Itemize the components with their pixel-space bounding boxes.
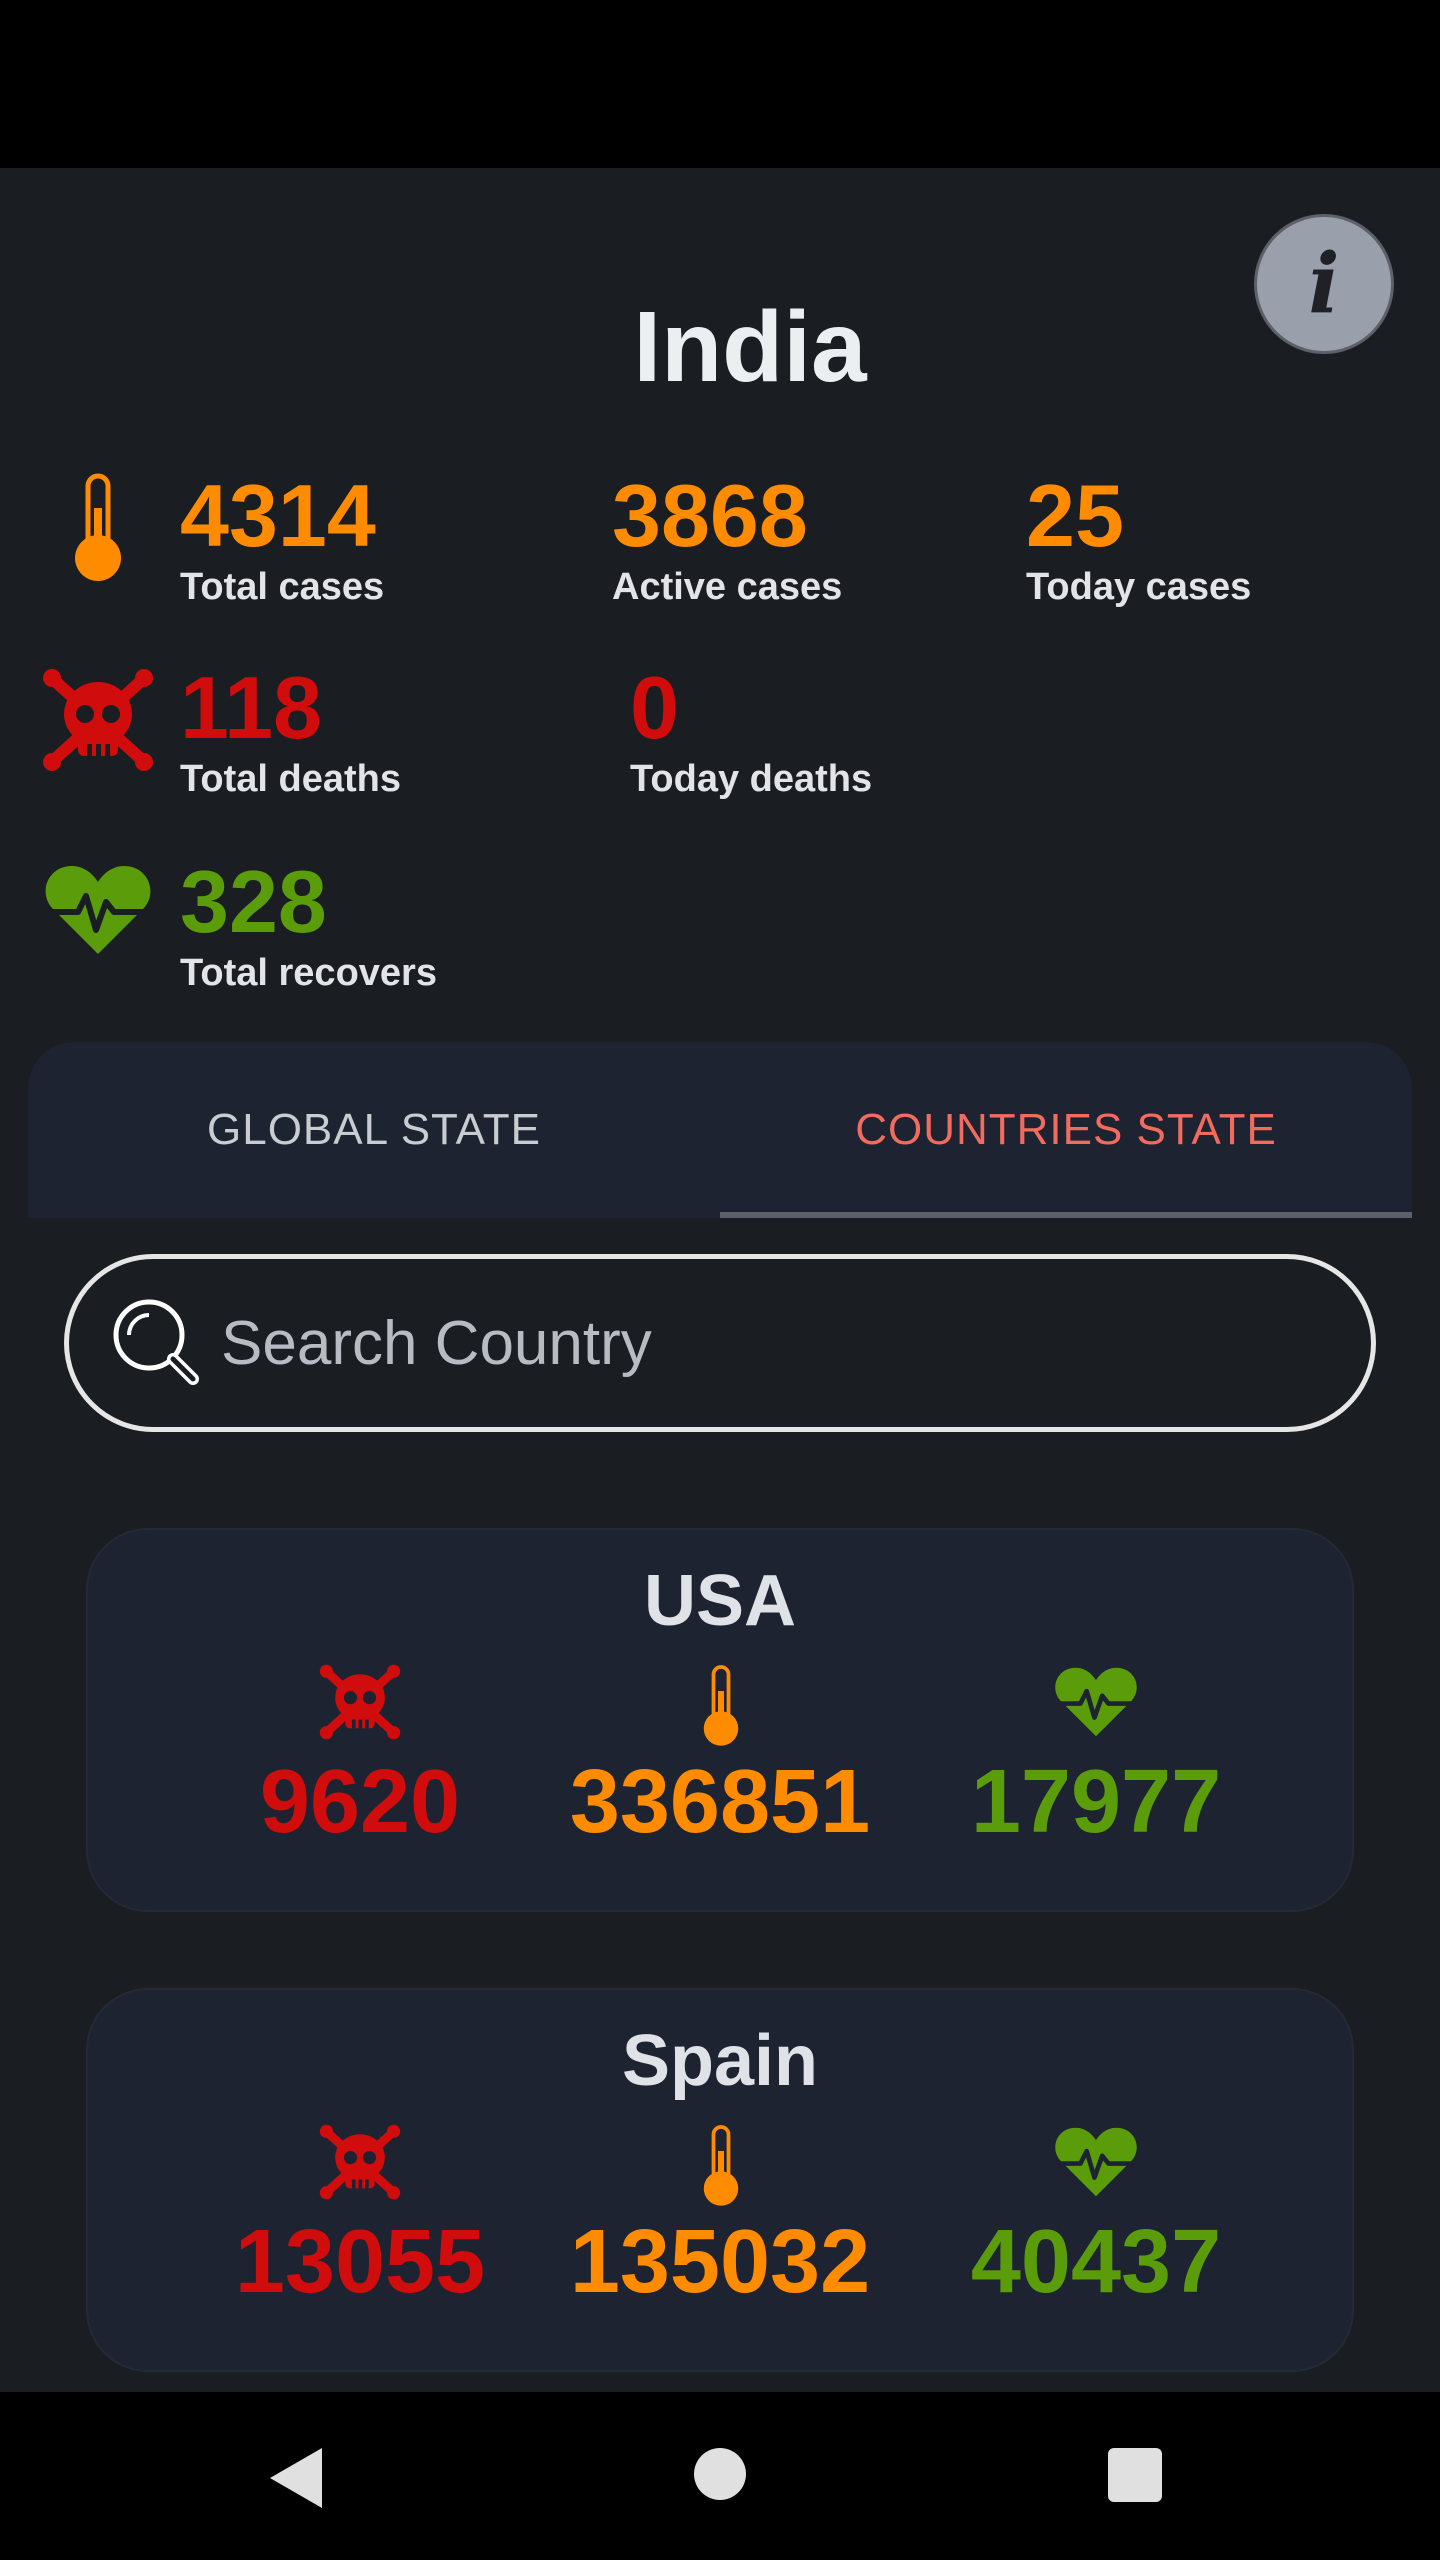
search-box[interactable] [64,1254,1376,1432]
search-input[interactable] [219,1306,1323,1380]
stat-active-cases: 3868 Active cases [612,472,842,609]
total-recovers-value: 328 [180,852,327,951]
total-deaths-value: 118 [180,658,322,757]
active-cases-label: Active cases [612,566,843,608]
stat-total-cases: 4314 Total cases [180,472,384,609]
home-icon[interactable] [694,2448,746,2500]
back-icon[interactable] [270,2448,322,2508]
status-bar [0,0,1440,168]
heartbeat-icon [1055,2127,1137,2197]
skull-crossbones-icon [43,669,153,771]
thermometer-icon [703,2125,739,2206]
total-recovers-label: Total recovers [180,952,437,994]
country-recovered: 17977 [970,1752,1222,1852]
tab-countries-state[interactable]: COUNTRIES STATE [720,1042,1412,1218]
heartbeat-icon [45,866,151,954]
country-card[interactable]: USA 9620 336851 17977 [86,1528,1354,1912]
total-cases-value: 4314 [180,466,376,565]
today-cases-value: 25 [1026,466,1124,565]
skull-crossbones-icon [319,2124,401,2200]
country-deaths: 13055 [234,2212,486,2312]
total-deaths-label: Total deaths [180,758,401,800]
thermometer-icon [75,473,121,581]
stat-total-recovers: 328 Total recovers [180,858,437,995]
tab-indicator [720,1212,1412,1218]
skull-crossbones-icon [319,1664,401,1740]
stat-total-deaths: 118 Total deaths [180,664,401,801]
country-recovered: 40437 [970,2212,1222,2312]
tab-bar: GLOBAL STATE COUNTRIES STATE [28,1042,1412,1218]
today-deaths-value: 0 [630,658,679,757]
country-card[interactable]: Spain 13055 135032 40437 [86,1988,1354,2372]
country-name: USA [643,1561,796,1641]
stat-today-cases: 25 Today cases [1026,472,1251,609]
country-cases: 336851 [569,1752,871,1852]
search-icon [113,1299,199,1385]
country-deaths: 9620 [259,1752,461,1852]
today-cases-label: Today cases [1026,566,1252,608]
active-cases-value: 3868 [612,466,808,565]
today-deaths-label: Today deaths [630,758,873,800]
country-name: Spain [621,2021,819,2101]
total-cases-label: Total cases [180,566,385,608]
country-cases: 135032 [569,2212,871,2312]
stat-today-deaths: 0 Today deaths [630,664,872,801]
page-title: India [633,291,867,403]
tab-global-state[interactable]: GLOBAL STATE [28,1042,720,1218]
heartbeat-icon [1055,1667,1137,1737]
recent-apps-icon[interactable] [1108,2448,1162,2502]
thermometer-icon [703,1665,739,1746]
